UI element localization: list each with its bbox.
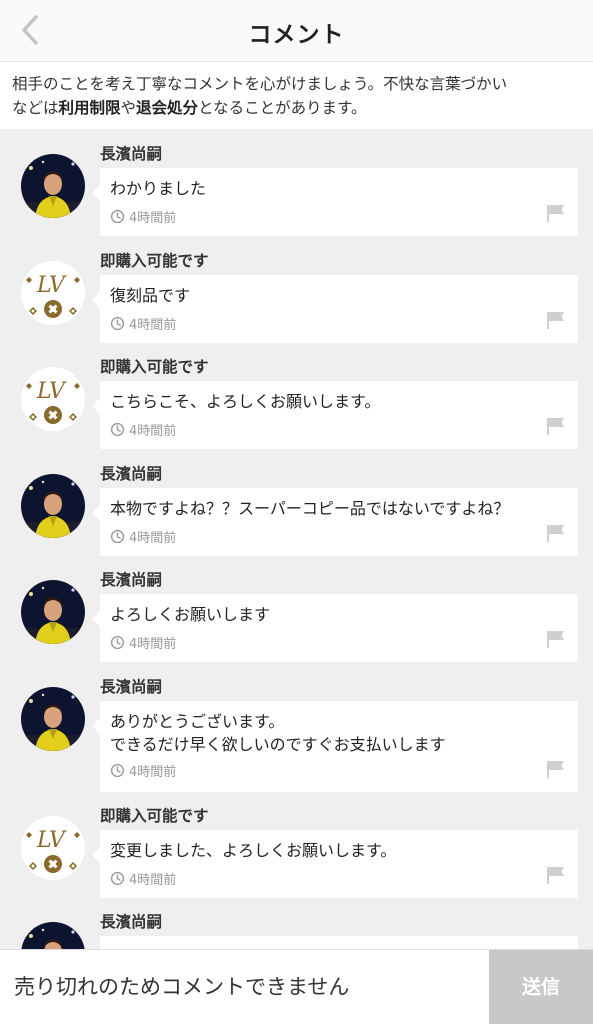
flag-icon[interactable] — [546, 866, 566, 884]
avatar[interactable] — [21, 474, 85, 538]
comment-item: 長濱尚嗣 — [0, 897, 593, 949]
comment-bubble: 変更しました、よろしくお願いします。 4時間前 — [92, 829, 578, 898]
notice-text-2: などは — [12, 99, 59, 117]
comment-text: 変更しました、よろしくお願いします。 — [110, 840, 397, 860]
notice-text-3: や — [120, 99, 137, 117]
page-title: コメント — [248, 22, 345, 48]
user-avatar-photo — [21, 580, 85, 644]
comment-text: 復刻品です — [110, 285, 191, 305]
comment-list[interactable]: 長濱尚嗣 わかりました 4時間前 即購入可能です 復刻品です 4時間前 即購入可… — [0, 129, 593, 949]
clock-icon — [110, 316, 125, 331]
avatar[interactable] — [21, 367, 85, 431]
comment-bubble: こちらこそ、よろしくお願いします。 4時間前 — [92, 381, 578, 449]
notice-bold-usage-restriction: 利用制限 — [58, 99, 121, 117]
clock-icon — [110, 635, 125, 650]
comment-time: 4時間前 — [129, 637, 177, 652]
comment-timestamp: 4時間前 — [110, 314, 176, 333]
clock-icon — [110, 209, 125, 224]
header-bar: コメント — [0, 0, 593, 62]
comment-author[interactable]: 即購入可能です — [100, 249, 209, 271]
comment-time: 4時間前 — [129, 530, 177, 546]
comment-timestamp: 4時間前 — [110, 633, 176, 652]
comment-author[interactable]: 長濱尚嗣 — [100, 142, 162, 164]
comment-author[interactable]: 即購入可能です — [100, 804, 209, 826]
avatar[interactable] — [21, 580, 85, 644]
comment-text: わかりました — [110, 179, 207, 198]
lv-logo-avatar — [21, 367, 85, 431]
comment-timestamp: 4時間前 — [110, 761, 176, 780]
lv-logo-avatar — [21, 816, 85, 880]
clock-icon — [110, 871, 125, 886]
comment-item: 長濱尚嗣 よろしくお願いします 4時間前 — [0, 555, 593, 662]
comment-text: こちらこそ、よろしくお願いします。 — [110, 392, 381, 411]
comment-timestamp: 4時間前 — [110, 869, 176, 888]
flag-icon[interactable] — [546, 311, 566, 329]
flag-icon[interactable] — [546, 630, 566, 648]
comment-time: 4時間前 — [129, 211, 177, 226]
comment-bubble: 復刻品です 4時間前 — [92, 274, 578, 343]
clock-icon — [110, 763, 125, 778]
comment-text: 本物ですよね？？スーパーコピー品ではないですよね？ — [110, 498, 510, 518]
user-avatar-photo — [21, 687, 85, 751]
comment-author[interactable]: 長濱尚嗣 — [100, 675, 162, 697]
comment-time: 4時間前 — [129, 424, 177, 439]
comment-item: 即購入可能です こちらこそ、よろしくお願いします。 4時間前 — [0, 342, 593, 449]
comment-text: よろしくお願いします — [110, 605, 271, 624]
user-avatar-photo — [21, 922, 85, 949]
comment-author[interactable]: 長濱尚嗣 — [100, 910, 162, 932]
clock-icon — [110, 529, 125, 544]
notice-text-1: 相手のことを考え丁寧なコメントを心がけましょう。不快な言葉づかい — [12, 75, 508, 93]
comment-time: 4時間前 — [129, 317, 177, 333]
notice-text-4: となることがあります。 — [198, 99, 367, 117]
user-avatar-photo — [21, 474, 85, 538]
comment-time: 4時間前 — [129, 764, 177, 780]
comment-time: 4時間前 — [129, 872, 177, 888]
comment-item: 即購入可能です 変更しました、よろしくお願いします。 4時間前 — [0, 791, 593, 898]
avatar[interactable] — [21, 261, 85, 325]
flag-icon[interactable] — [546, 760, 566, 778]
comment-input-disabled[interactable]: 売り切れのためコメントできません — [0, 950, 489, 1024]
avatar[interactable] — [21, 816, 85, 880]
notice-bold-account-removal: 退会処分 — [136, 99, 199, 117]
comment-author[interactable]: 長濱尚嗣 — [100, 462, 162, 484]
comment-timestamp: 4時間前 — [110, 207, 176, 226]
comment-timestamp: 4時間前 — [110, 527, 176, 546]
comment-bubble: ありがとうございます。 できるだけ早く欲しいのですぐお支払いします 4時間前 — [92, 700, 578, 792]
comment-item: 長濱尚嗣 ありがとうございます。 できるだけ早く欲しいのですぐお支払いします 4… — [0, 662, 593, 792]
comment-bubble: わかりました 4時間前 — [92, 168, 578, 236]
comment-item: 即購入可能です 復刻品です 4時間前 — [0, 236, 593, 343]
comment-item: 長濱尚嗣 本物ですよね？？スーパーコピー品ではないですよね？ 4時間前 — [0, 449, 593, 556]
comment-item: 長濱尚嗣 わかりました 4時間前 — [0, 129, 593, 236]
flag-icon[interactable] — [546, 204, 566, 222]
flag-icon[interactable] — [546, 417, 566, 435]
avatar[interactable] — [21, 922, 85, 949]
user-avatar-photo — [21, 154, 85, 218]
send-button[interactable]: 送信 — [489, 950, 593, 1024]
comment-guidelines-notice: 相手のことを考え丁寧なコメントを心がけましょう。不快な言葉づかい などは利用制限… — [0, 63, 593, 129]
avatar[interactable] — [21, 687, 85, 751]
comment-timestamp: 4時間前 — [110, 420, 176, 439]
comment-bubble: 本物ですよね？？スーパーコピー品ではないですよね？ 4時間前 — [92, 487, 578, 556]
comment-bubble: よろしくお願いします 4時間前 — [92, 594, 578, 662]
avatar[interactable] — [21, 154, 85, 218]
comment-text: ありがとうございます。 できるだけ早く欲しいのですぐお支払いします — [110, 711, 446, 754]
lv-logo-avatar — [21, 261, 85, 325]
comment-author[interactable]: 長濱尚嗣 — [100, 568, 162, 590]
flag-icon[interactable] — [546, 524, 566, 542]
comment-footer: 売り切れのためコメントできません 送信 — [0, 949, 593, 1024]
comment-bubble — [100, 936, 578, 949]
clock-icon — [110, 422, 125, 437]
comment-author[interactable]: 即購入可能です — [100, 355, 209, 377]
